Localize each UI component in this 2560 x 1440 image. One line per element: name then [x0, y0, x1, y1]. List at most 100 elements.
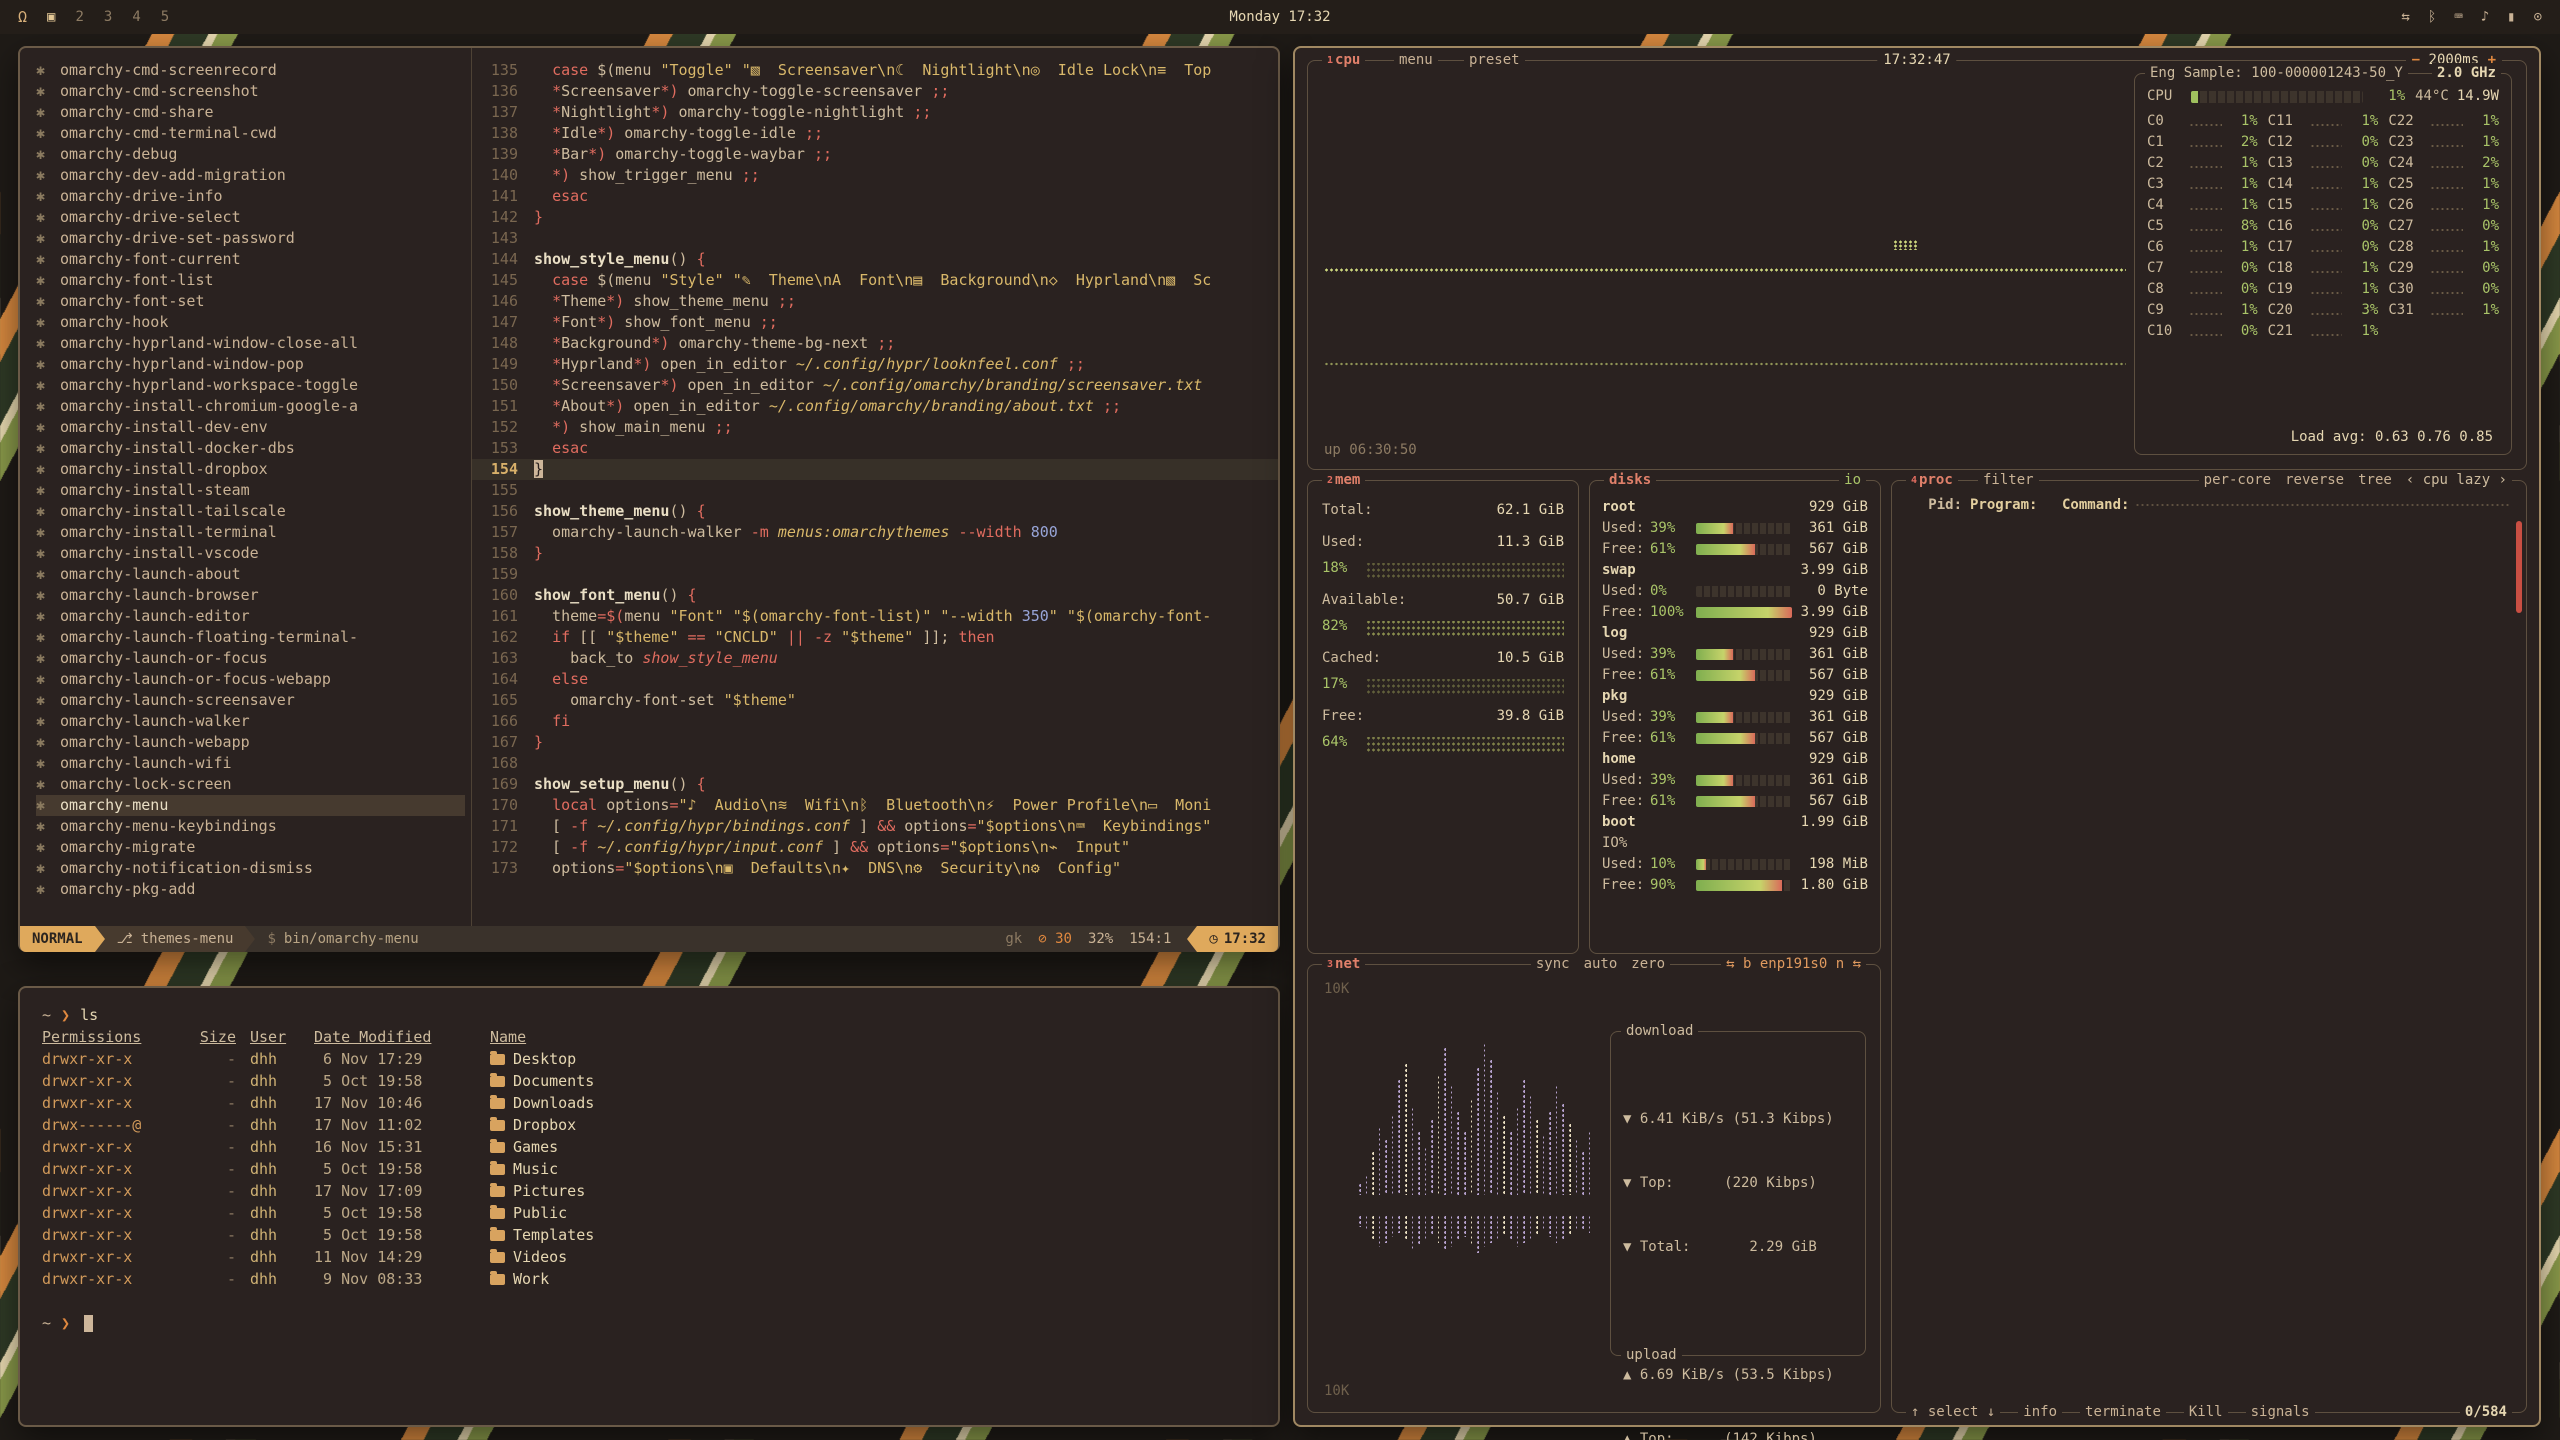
code-line[interactable]: 152 *) show_main_menu ;;: [472, 417, 1278, 438]
bluetooth-icon[interactable]: ᛒ: [2428, 9, 2436, 25]
code-line[interactable]: 150 *Screensaver*) open_in_editor ~/.con…: [472, 375, 1278, 396]
file-item[interactable]: ✱omarchy-font-set: [36, 291, 471, 312]
file-item[interactable]: ✱omarchy-launch-walker: [36, 711, 471, 732]
clock[interactable]: Monday 17:32: [1229, 9, 1330, 25]
file-item[interactable]: ✱omarchy-install-vscode: [36, 543, 471, 564]
code-line[interactable]: 149 *Hyprland*) open_in_editor ~/.config…: [472, 354, 1278, 375]
menu-button[interactable]: menu: [1394, 50, 1438, 71]
code-line[interactable]: 140 *) show_trigger_menu ;;: [472, 165, 1278, 186]
power-icon[interactable]: ⊙: [2534, 9, 2542, 25]
file-item[interactable]: ✱omarchy-hook: [36, 312, 471, 333]
code-line[interactable]: 145 case $(menu "Style" "✎ Theme\nA Font…: [472, 270, 1278, 291]
workspace-2[interactable]: 2: [75, 9, 83, 25]
zero-button[interactable]: zero: [1631, 954, 1665, 975]
code-line[interactable]: 171 [ -f ~/.config/hypr/bindings.conf ] …: [472, 816, 1278, 837]
code-line[interactable]: 165 omarchy-font-set "$theme": [472, 690, 1278, 711]
file-name[interactable]: Videos: [490, 1246, 567, 1268]
code-line[interactable]: 170 local options="♪ Audio\n≋ Wifi\nᛒ Bl…: [472, 795, 1278, 816]
file-item[interactable]: ✱omarchy-hyprland-window-close-all: [36, 333, 471, 354]
file-item[interactable]: ✱omarchy-drive-set-password: [36, 228, 471, 249]
code-line[interactable]: 148 *Background*) omarchy-theme-bg-next …: [472, 333, 1278, 354]
code-line[interactable]: 159: [472, 564, 1278, 585]
file-item[interactable]: ✱omarchy-hyprland-workspace-toggle: [36, 375, 471, 396]
volume-icon[interactable]: ♪: [2481, 9, 2489, 25]
sync-button[interactable]: sync: [1536, 954, 1570, 975]
file-item[interactable]: ✱omarchy-font-current: [36, 249, 471, 270]
code-line[interactable]: 161 theme=$(menu "Font" "$(omarchy-font-…: [472, 606, 1278, 627]
file-item[interactable]: ✱omarchy-install-chromium-google-a: [36, 396, 471, 417]
file-name[interactable]: Downloads: [490, 1092, 594, 1114]
file-item[interactable]: ✱omarchy-launch-screensaver: [36, 690, 471, 711]
file-item[interactable]: ✱omarchy-migrate: [36, 837, 471, 858]
interval-minus-button[interactable]: −: [2412, 52, 2420, 68]
file-item[interactable]: ✱omarchy-launch-wifi: [36, 753, 471, 774]
file-item[interactable]: ✱omarchy-notification-dismiss: [36, 858, 471, 879]
code-line[interactable]: 155: [472, 480, 1278, 501]
code-line[interactable]: 144show_style_menu() {: [472, 249, 1278, 270]
mem-box-title[interactable]: 2mem: [1322, 470, 1365, 491]
keyboard-icon[interactable]: ⌨: [2454, 9, 2462, 25]
code-line[interactable]: 157 omarchy-launch-walker -m menus:omarc…: [472, 522, 1278, 543]
file-item[interactable]: ✱omarchy-hyprland-window-pop: [36, 354, 471, 375]
screencast-icon[interactable]: ⇆: [2401, 9, 2409, 25]
new-prompt-line[interactable]: ~ ❯: [42, 1312, 1256, 1334]
file-name[interactable]: Documents: [490, 1070, 594, 1092]
battery-icon[interactable]: ▮: [2507, 9, 2515, 25]
process-scrollbar[interactable]: [2516, 521, 2522, 613]
process-column-header[interactable]: Command:: [2062, 495, 2129, 519]
file-name[interactable]: Desktop: [490, 1048, 576, 1070]
select-keys[interactable]: ↑ select ↓: [1906, 1402, 2000, 1423]
tree-toggle[interactable]: tree: [2358, 470, 2392, 491]
code-pane[interactable]: 135 case $(menu "Toggle" "▧ Screensaver\…: [472, 48, 1278, 926]
code-line[interactable]: 167}: [472, 732, 1278, 753]
file-item[interactable]: ✱omarchy-launch-editor: [36, 606, 471, 627]
file-item[interactable]: ✱omarchy-launch-about: [36, 564, 471, 585]
file-item[interactable]: ✱omarchy-cmd-screenrecord: [36, 60, 471, 81]
file-item[interactable]: ✱omarchy-cmd-terminal-cwd: [36, 123, 471, 144]
file-name[interactable]: Pictures: [490, 1180, 585, 1202]
code-line[interactable]: 160show_font_menu() {: [472, 585, 1278, 606]
code-line[interactable]: 141 esac: [472, 186, 1278, 207]
workspace-3[interactable]: 3: [104, 9, 112, 25]
file-item[interactable]: ✱omarchy-install-docker-dbs: [36, 438, 471, 459]
code-line[interactable]: 143: [472, 228, 1278, 249]
file-name[interactable]: Public: [490, 1202, 567, 1224]
workspace-4[interactable]: 4: [132, 9, 140, 25]
code-line[interactable]: 135 case $(menu "Toggle" "▧ Screensaver\…: [472, 60, 1278, 81]
workspace-5[interactable]: 5: [161, 9, 169, 25]
io-toggle[interactable]: io: [1839, 470, 1866, 491]
code-line[interactable]: 138 *Idle*) omarchy-toggle-idle ;;: [472, 123, 1278, 144]
file-item[interactable]: ✱omarchy-cmd-share: [36, 102, 471, 123]
file-item[interactable]: ✱omarchy-font-list: [36, 270, 471, 291]
code-line[interactable]: 158}: [472, 543, 1278, 564]
file-item[interactable]: ✱omarchy-launch-webapp: [36, 732, 471, 753]
code-line[interactable]: 147 *Font*) show_font_menu ;;: [472, 312, 1278, 333]
process-column-header[interactable]: Pid:: [1904, 495, 1970, 519]
preset-button[interactable]: preset: [1464, 50, 1525, 71]
file-item[interactable]: ✱omarchy-install-terminal: [36, 522, 471, 543]
code-line[interactable]: 142}: [472, 207, 1278, 228]
file-name[interactable]: Work: [490, 1268, 549, 1290]
code-line[interactable]: 151 *About*) open_in_editor ~/.config/om…: [472, 396, 1278, 417]
file-item[interactable]: ✱omarchy-install-dev-env: [36, 417, 471, 438]
file-item[interactable]: ✱omarchy-launch-or-focus-webapp: [36, 669, 471, 690]
file-item[interactable]: ✱omarchy-dev-add-migration: [36, 165, 471, 186]
info-button[interactable]: info: [2018, 1402, 2062, 1423]
file-item[interactable]: ✱omarchy-pkg-add: [36, 879, 471, 900]
terminate-button[interactable]: terminate: [2080, 1402, 2166, 1423]
file-item[interactable]: ✱omarchy-install-steam: [36, 480, 471, 501]
filter-button[interactable]: filter: [1978, 470, 2039, 491]
code-line[interactable]: 146 *Theme*) show_theme_menu ;;: [472, 291, 1278, 312]
code-line[interactable]: 136 *Screensaver*) omarchy-toggle-screen…: [472, 81, 1278, 102]
code-line[interactable]: 164 else: [472, 669, 1278, 690]
code-line[interactable]: 154}: [472, 459, 1278, 480]
file-item[interactable]: ✱omarchy-drive-select: [36, 207, 471, 228]
per-core-toggle[interactable]: per-core: [2204, 470, 2271, 491]
kill-button[interactable]: Kill: [2184, 1402, 2228, 1423]
code-line[interactable]: 137 *Nightlight*) omarchy-toggle-nightli…: [472, 102, 1278, 123]
code-line[interactable]: 172 [ -f ~/.config/hypr/input.conf ] && …: [472, 837, 1278, 858]
cpu-mode-selector[interactable]: ‹ cpu lazy ›: [2406, 470, 2507, 491]
file-item[interactable]: ✱omarchy-drive-info: [36, 186, 471, 207]
process-column-header[interactable]: Program:: [1970, 495, 2062, 519]
code-line[interactable]: 153 esac: [472, 438, 1278, 459]
